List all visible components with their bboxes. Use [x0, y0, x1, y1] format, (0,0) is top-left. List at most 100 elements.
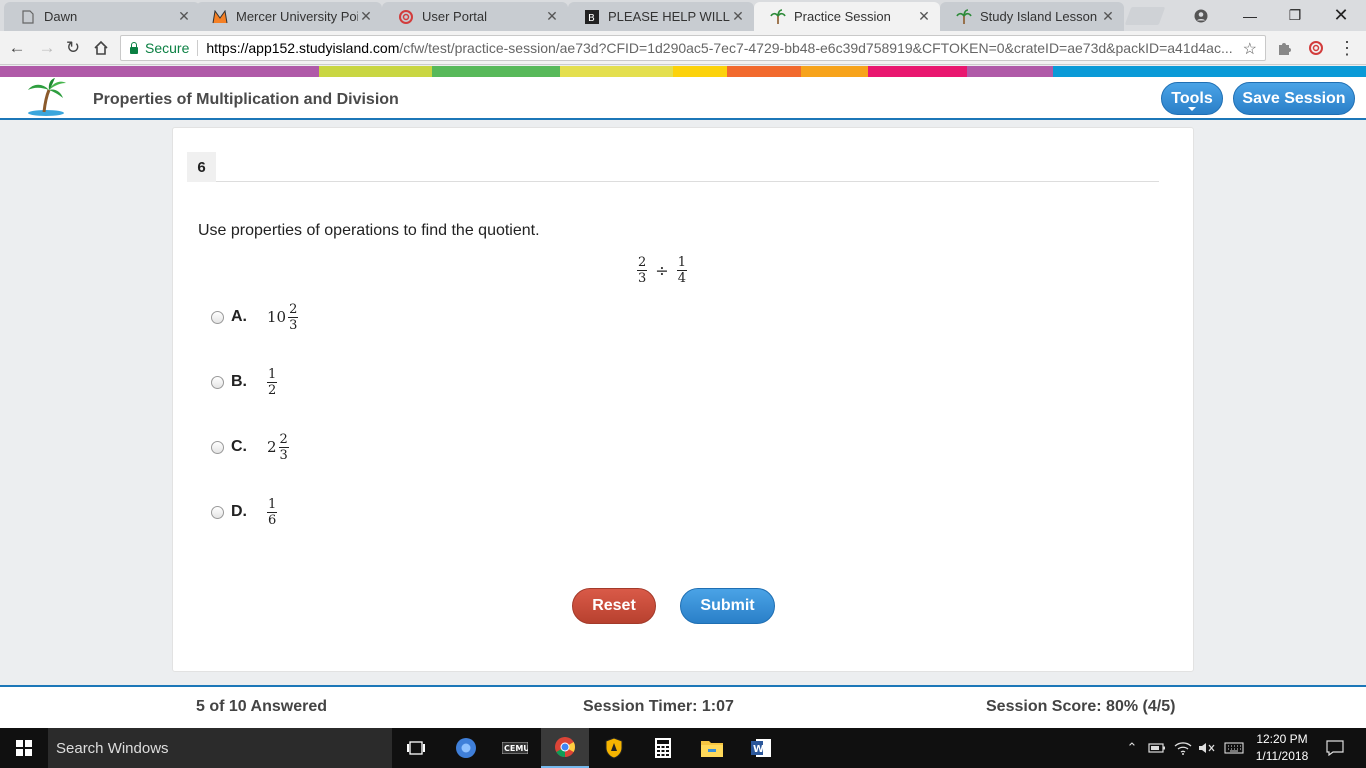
minimize-icon[interactable]: —: [1227, 0, 1273, 31]
fraction-left: 2 3: [637, 256, 648, 286]
stripe-segment: [801, 66, 868, 77]
denominator: 6: [268, 512, 277, 528]
taskbar-search-box[interactable]: Search Windows: [48, 728, 392, 768]
home-icon[interactable]: [90, 37, 112, 59]
whole-number: 2: [267, 438, 277, 456]
tab-title: User Portal: [422, 9, 488, 24]
volume-muted-icon[interactable]: [1196, 728, 1218, 768]
close-tab-icon[interactable]: ✕: [358, 8, 374, 25]
question-card: 6 Use properties of operations to find t…: [172, 127, 1194, 672]
save-session-button[interactable]: Save Session: [1233, 82, 1355, 115]
close-tab-icon[interactable]: ✕: [176, 8, 192, 25]
radio-button[interactable]: [211, 375, 224, 389]
answer-choice-d[interactable]: D. 1 6: [211, 496, 278, 528]
answered-count: 5 of 10 Answered: [196, 698, 328, 715]
radio-button[interactable]: [211, 505, 224, 519]
browser-tab-user-portal[interactable]: User Portal ✕: [382, 2, 568, 31]
close-tab-icon[interactable]: ✕: [730, 8, 746, 25]
close-tab-icon[interactable]: ✕: [544, 8, 560, 25]
cemu-icon[interactable]: CEMU: [491, 728, 539, 768]
url-divider: [197, 40, 199, 56]
close-window-icon[interactable]: ✕: [1318, 0, 1364, 31]
tools-label: Tools: [1171, 89, 1213, 107]
chrome-alt-icon[interactable]: [442, 728, 490, 768]
calculator-icon[interactable]: [639, 728, 687, 768]
browser-tab-practice-session[interactable]: Practice Session ✕: [754, 2, 940, 31]
task-view-icon[interactable]: [392, 728, 440, 768]
bookmark-star-icon[interactable]: ☆: [1243, 39, 1257, 59]
stripe-segment: [1053, 66, 1366, 77]
extension-puzzle-icon[interactable]: [1273, 37, 1295, 59]
chevron-up-icon[interactable]: ⌃: [1122, 728, 1142, 768]
extension-portal-icon[interactable]: [1305, 37, 1327, 59]
whole-number: 10: [267, 308, 287, 326]
fraction: 2 3: [278, 431, 289, 462]
new-tab-button[interactable]: [1124, 7, 1166, 25]
session-timer: Session Timer: 1:07: [583, 698, 734, 715]
browser-tab-dawn[interactable]: Dawn ✕: [4, 2, 200, 31]
fraction-right: 1 4: [676, 255, 687, 286]
keyboard-icon[interactable]: [1222, 728, 1246, 768]
url-host: https://app152.studyisland.com: [206, 40, 400, 56]
browser-tab-strip: Dawn ✕ Mercer University Point ✕ User Po…: [0, 0, 1366, 31]
address-bar[interactable]: Secure https://app152.studyisland.com/cf…: [120, 35, 1266, 61]
stripe-segment: [319, 66, 432, 77]
fraction: 1 2: [267, 366, 278, 397]
windows-logo-icon: [16, 740, 32, 756]
mercer-icon: [212, 9, 228, 25]
action-center-icon[interactable]: [1320, 728, 1350, 768]
forward-icon[interactable]: →: [36, 37, 58, 59]
math-expression: 2 3 ÷ 1 4: [637, 256, 687, 285]
wifi-icon[interactable]: [1172, 728, 1194, 768]
tab-title: Study Island Lesson: [980, 9, 1098, 24]
submit-button[interactable]: Submit: [680, 588, 775, 624]
restore-icon[interactable]: ❐: [1272, 0, 1318, 31]
browser-menu-icon[interactable]: ⋮: [1336, 37, 1358, 59]
page-header: Properties of Multiplication and Divisio…: [0, 77, 1366, 120]
denominator: 3: [638, 271, 647, 286]
secure-label: Secure: [145, 40, 190, 56]
battery-icon[interactable]: [1146, 728, 1168, 768]
tools-button[interactable]: Tools: [1161, 82, 1223, 115]
close-tab-icon[interactable]: ✕: [916, 8, 932, 25]
chrome-icon[interactable]: [541, 728, 589, 768]
system-clock[interactable]: 12:20 PM 1/11/2018: [1252, 731, 1312, 765]
tab-title: Dawn: [44, 9, 78, 24]
browser-toolbar: ← → ↻ Secure https://app152.studyisland.…: [0, 31, 1366, 65]
answer-choice-b[interactable]: B. 1 2: [211, 366, 278, 398]
fraction: 1 6: [267, 496, 278, 528]
numerator: 2: [278, 431, 289, 448]
answer-choice-a[interactable]: A. 10 2 3: [211, 301, 299, 333]
stripe-segment: [727, 66, 801, 77]
radio-button[interactable]: [211, 310, 224, 324]
reset-button[interactable]: Reset: [572, 588, 656, 624]
browser-tab-study-island-lesson[interactable]: Study Island Lesson ✕: [940, 2, 1124, 31]
svg-text:CEMU: CEMU: [504, 744, 528, 753]
brainly-icon: B: [584, 9, 600, 25]
numerator: 1: [267, 496, 278, 513]
choice-letter: C.: [231, 438, 247, 455]
file-explorer-icon[interactable]: [688, 728, 736, 768]
word-icon[interactable]: W: [737, 728, 785, 768]
start-button[interactable]: [0, 728, 48, 768]
shield-app-icon[interactable]: [590, 728, 638, 768]
radio-button[interactable]: [211, 440, 224, 454]
stripe-segment: [432, 66, 560, 77]
close-tab-icon[interactable]: ✕: [1100, 8, 1116, 25]
answer-choice-c[interactable]: C. 2 2 3: [211, 431, 289, 463]
reload-icon[interactable]: ↻: [62, 37, 84, 59]
rainbow-stripe: [0, 66, 1366, 77]
numerator: 1: [267, 366, 278, 383]
profile-icon[interactable]: [1178, 0, 1224, 31]
svg-text:W: W: [753, 744, 764, 755]
lock-icon: [129, 42, 139, 54]
browser-tab-brainly[interactable]: B PLEASE HELP WILL GIVE ✕: [568, 2, 754, 31]
tab-title: Practice Session: [794, 9, 891, 24]
back-icon[interactable]: ←: [6, 37, 28, 59]
browser-tab-mercer[interactable]: Mercer University Point ✕: [196, 2, 382, 31]
denominator: 4: [677, 271, 686, 286]
numerator: 1: [676, 255, 687, 271]
division-operator: ÷: [655, 261, 669, 280]
choice-letter: D.: [231, 503, 247, 520]
question-header: 6: [187, 152, 1159, 182]
